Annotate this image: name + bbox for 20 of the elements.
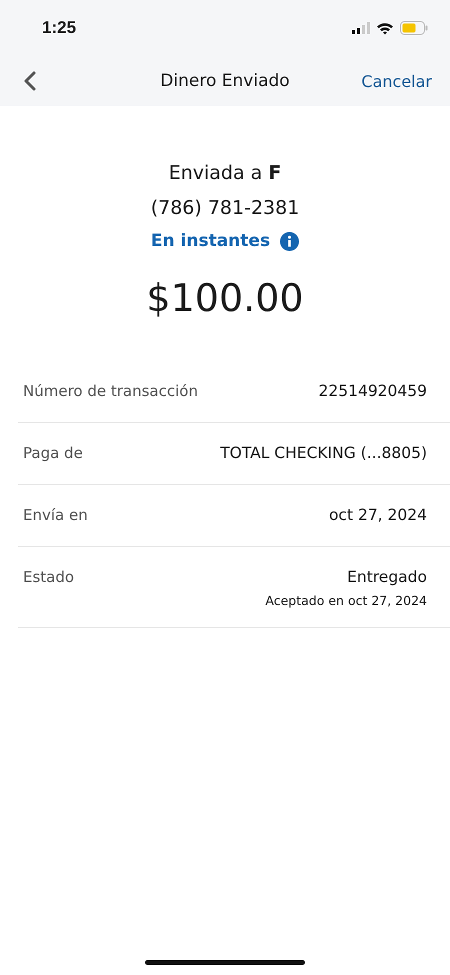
phone-number: (786) 781-2381 [150, 196, 300, 221]
detail-label: Paga de [23, 443, 83, 464]
detail-label: Número de transacción [23, 381, 198, 402]
detail-label: Envía en [23, 505, 88, 526]
detail-value: TOTAL CHECKING (...8805) [220, 443, 427, 464]
detail-note: Aceptado en oct 27, 2024 [265, 592, 427, 610]
detail-value: Entregado [347, 567, 427, 588]
delivery-speed: En instantes [150, 231, 270, 251]
detail-value: oct 27, 2024 [328, 505, 427, 526]
recipient-text: Enviada a F [168, 161, 282, 186]
battery-icon [400, 21, 428, 35]
screen-title: Dinero Enviado [160, 71, 290, 91]
cancel-link[interactable]: Cancelar [361, 72, 432, 90]
status-time: 1:25 [42, 18, 76, 38]
signal-icon [352, 22, 370, 34]
wifi-icon [376, 22, 394, 34]
info-icon[interactable] [280, 232, 300, 250]
detail-value: 22514920459 [318, 381, 427, 402]
detail-label: Estado [23, 567, 74, 588]
amount-text: $100.00 [146, 275, 304, 322]
